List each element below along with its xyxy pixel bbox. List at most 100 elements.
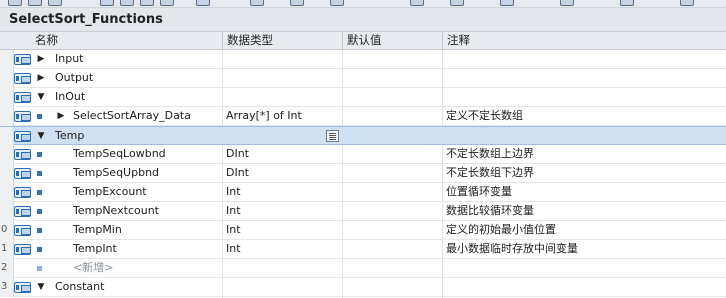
toolbar-icon[interactable] — [196, 0, 210, 6]
member-square-icon — [37, 114, 42, 119]
table-row-tempseqlowbnd[interactable]: TempSeqLowbnd DInt 不定长数组上边界 — [0, 145, 726, 164]
row-comment[interactable]: 不定长数组上边界 — [446, 145, 534, 164]
toolbar-icon[interactable] — [140, 0, 154, 6]
column-header-default[interactable]: 默认值 — [342, 32, 442, 50]
row-name[interactable]: Constant — [55, 278, 104, 297]
collapse-arrow-icon[interactable]: ▼ — [36, 281, 46, 294]
toolbar-icon[interactable] — [450, 0, 464, 6]
row-number: 0 — [0, 221, 14, 240]
member-square-icon — [37, 247, 42, 252]
row-comment[interactable]: 定义的初始最小值位置 — [446, 221, 556, 240]
block-title-bar: SelectSort_Functions — [0, 8, 726, 32]
member-square-icon — [37, 266, 42, 271]
table-row-inout[interactable]: ▼ InOut — [0, 88, 726, 107]
interface-icon — [14, 111, 31, 122]
row-name[interactable]: TempExcount — [73, 183, 147, 202]
expand-arrow-icon[interactable]: ▶ — [56, 110, 66, 123]
table-row-add-new[interactable]: 2 <新增> — [0, 259, 726, 278]
toolbar-icon[interactable] — [250, 0, 264, 6]
row-number: 1 — [0, 240, 14, 259]
row-name[interactable]: TempSeqLowbnd — [73, 145, 166, 164]
row-datatype[interactable]: Int — [226, 202, 241, 221]
datatype-dropdown-icon[interactable] — [326, 130, 339, 142]
row-datatype[interactable]: Array[*] of Int — [226, 107, 302, 126]
row-comment[interactable]: 位置循环变量 — [446, 183, 512, 202]
row-datatype[interactable]: Int — [226, 183, 241, 202]
toolbar-icon[interactable] — [290, 0, 304, 6]
interface-icon — [14, 131, 31, 142]
collapse-arrow-icon[interactable]: ▼ — [36, 91, 46, 104]
row-number — [0, 50, 14, 69]
row-comment[interactable]: 不定长数组下边界 — [446, 164, 534, 183]
row-number — [0, 88, 14, 107]
table-row-selectsortarray-data[interactable]: ▶ SelectSortArray_Data Array[*] of Int 定… — [0, 107, 726, 126]
row-datatype[interactable]: DInt — [226, 164, 249, 183]
toolbar-icon[interactable] — [8, 0, 22, 6]
interface-icon — [14, 54, 31, 65]
table-row-input[interactable]: ▶ Input — [0, 50, 726, 69]
row-name[interactable]: Input — [55, 50, 83, 69]
row-name[interactable]: SelectSortArray_Data — [73, 107, 191, 126]
collapse-arrow-icon[interactable]: ▼ — [36, 130, 46, 143]
toolbar-icon[interactable] — [28, 0, 42, 6]
row-number — [0, 183, 14, 202]
member-square-icon — [37, 171, 42, 176]
toolbar-icon[interactable] — [500, 0, 514, 6]
row-number — [0, 202, 14, 221]
row-name[interactable]: Output — [55, 69, 93, 88]
expand-arrow-icon[interactable]: ▶ — [36, 53, 46, 66]
row-datatype[interactable]: DInt — [226, 145, 249, 164]
row-number: 2 — [0, 259, 14, 278]
toolbar-icon[interactable] — [120, 0, 134, 6]
add-new-placeholder[interactable]: <新增> — [73, 259, 113, 278]
interface-icon — [14, 73, 31, 84]
expand-arrow-icon[interactable]: ▶ — [36, 72, 46, 85]
row-datatype[interactable]: Int — [226, 240, 241, 259]
row-name[interactable]: Temp — [55, 127, 84, 146]
row-datatype[interactable]: Int — [226, 221, 241, 240]
row-name[interactable]: TempInt — [73, 240, 117, 259]
row-comment[interactable]: 定义不定长数组 — [446, 107, 523, 126]
column-header-name[interactable]: 名称 — [31, 32, 222, 50]
interface-icon — [14, 244, 31, 255]
row-number: 3 — [0, 278, 14, 297]
member-square-icon — [37, 209, 42, 214]
row-name[interactable]: TempNextcount — [73, 202, 159, 221]
row-number — [0, 164, 14, 183]
toolbar-icon[interactable] — [680, 0, 694, 6]
row-number — [0, 69, 14, 88]
toolbar-icon[interactable] — [160, 0, 174, 6]
row-name[interactable]: InOut — [55, 88, 85, 107]
member-square-icon — [37, 152, 42, 157]
toolbar-icon[interactable] — [620, 0, 634, 6]
toolbar-icon[interactable] — [330, 0, 344, 6]
interface-icon — [14, 225, 31, 236]
table-row-constant[interactable]: 3 ▼ Constant — [0, 278, 726, 297]
interface-icon — [14, 149, 31, 160]
row-comment[interactable]: 最小数据临时存放中间变量 — [446, 240, 578, 259]
table-row-tempexcount[interactable]: TempExcount Int 位置循环变量 — [0, 183, 726, 202]
row-comment[interactable]: 数据比较循环变量 — [446, 202, 534, 221]
toolbar-icon[interactable] — [100, 0, 114, 6]
column-header-comment[interactable]: 注释 — [442, 32, 726, 50]
member-square-icon — [37, 228, 42, 233]
toolbar — [0, 0, 726, 8]
table-row-tempsequpbnd[interactable]: TempSeqUpbnd DInt 不定长数组下边界 — [0, 164, 726, 183]
column-header-datatype[interactable]: 数据类型 — [222, 32, 342, 50]
interface-icon — [14, 92, 31, 103]
table-row-temp[interactable]: ▼ Temp — [0, 126, 726, 146]
table-row-tempmin[interactable]: 0 TempMin Int 定义的初始最小值位置 — [0, 221, 726, 240]
table-row-output[interactable]: ▶ Output — [0, 69, 726, 88]
row-name[interactable]: TempSeqUpbnd — [73, 164, 159, 183]
block-title: SelectSort_Functions — [9, 12, 163, 27]
interface-icon — [14, 282, 31, 293]
table-row-tempint[interactable]: 1 TempInt Int 最小数据临时存放中间变量 — [0, 240, 726, 259]
toolbar-icon[interactable] — [560, 0, 574, 6]
table-header: 名称 数据类型 默认值 注释 — [0, 32, 726, 50]
interface-icon — [14, 168, 31, 179]
row-name[interactable]: TempMin — [73, 221, 122, 240]
table-row-tempnextcount[interactable]: TempNextcount Int 数据比较循环变量 — [0, 202, 726, 221]
member-square-icon — [37, 190, 42, 195]
toolbar-icon[interactable] — [410, 0, 424, 6]
toolbar-icon[interactable] — [48, 0, 62, 6]
